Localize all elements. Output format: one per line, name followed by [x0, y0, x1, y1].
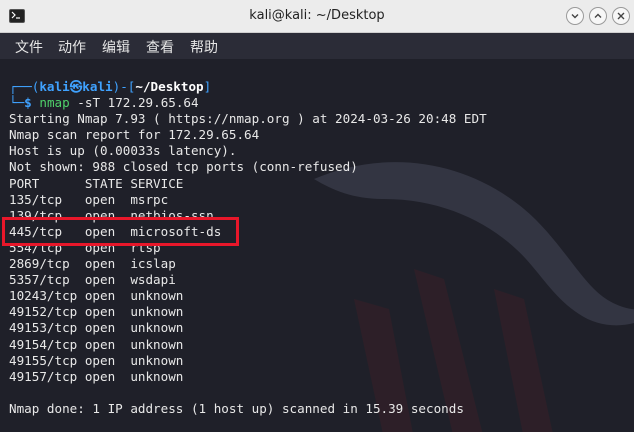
port-row: 49157/tcp open unknown — [9, 368, 184, 384]
prompt-frame-close: ] — [203, 79, 212, 94]
minimize-icon — [571, 14, 579, 19]
maximize-button[interactable] — [589, 7, 607, 25]
output-done: Nmap done: 1 IP address (1 host up) scan… — [9, 400, 464, 416]
close-button[interactable] — [612, 7, 630, 25]
menu-help[interactable]: 帮助 — [190, 37, 218, 57]
red-highlight-annotation — [2, 217, 239, 246]
prompt-frame-mid: )-[ — [112, 79, 136, 94]
prompt-line-2: └─$ nmap -sT 172.29.65.64 — [9, 95, 487, 111]
output-report: Nmap scan report for 172.29.65.64 — [9, 127, 260, 143]
menu-file[interactable]: 文件 — [15, 37, 43, 57]
port-row: 49153/tcp open unknown — [9, 320, 184, 336]
minimize-button[interactable] — [566, 7, 584, 25]
port-row: 49154/tcp open unknown — [9, 336, 184, 352]
prompt-host: kali — [82, 79, 113, 94]
output-not-shown: Not shown: 988 closed tcp ports (conn-re… — [9, 159, 358, 175]
port-row: 49155/tcp open unknown — [9, 352, 184, 368]
menu-edit[interactable]: 编辑 — [102, 37, 130, 57]
close-icon — [617, 12, 625, 20]
prompt-path: ~/Desktop — [135, 79, 204, 94]
terminal-window: kali@kali: ~/Desktop 文件 动作 编辑 查看 帮助 ┌──(… — [0, 0, 634, 432]
title-bar[interactable]: kali@kali: ~/Desktop — [0, 0, 634, 33]
terminal-lines: ┌──(kali㉿kali)-[~/Desktop] └─$ nmap -sT … — [9, 79, 487, 417]
port-row: 135/tcp open msrpc — [9, 191, 169, 207]
window-title: kali@kali: ~/Desktop — [249, 8, 385, 23]
output-host-up: Host is up (0.00033s latency). — [9, 143, 237, 159]
port-row: 10243/tcp open unknown — [9, 288, 184, 304]
port-row: 5357/tcp open wsdapi — [9, 272, 176, 288]
prompt-frame: ┌──( — [9, 79, 40, 94]
port-row: 2869/tcp open icslap — [9, 256, 176, 272]
menu-view[interactable]: 查看 — [146, 37, 174, 57]
menu-actions[interactable]: 动作 — [58, 37, 86, 57]
output-starting: Starting Nmap 7.93 ( https://nmap.org ) … — [9, 111, 487, 127]
prompt-line-1: ┌──(kali㉿kali)-[~/Desktop] — [9, 79, 487, 95]
port-row: 49152/tcp open unknown — [9, 304, 184, 320]
menu-bar: 文件 动作 编辑 查看 帮助 — [0, 33, 634, 59]
prompt-user: kali — [39, 79, 70, 94]
prompt-corner: └─ — [9, 95, 25, 111]
command-name: nmap — [39, 95, 70, 111]
prompt-dollar: $ — [24, 95, 32, 111]
prompt-at-symbol: ㉿ — [69, 79, 83, 94]
output-table-header: PORT STATE SERVICE — [9, 175, 184, 191]
command-args: -sT 172.29.65.64 — [69, 95, 199, 111]
maximize-icon — [594, 13, 602, 18]
